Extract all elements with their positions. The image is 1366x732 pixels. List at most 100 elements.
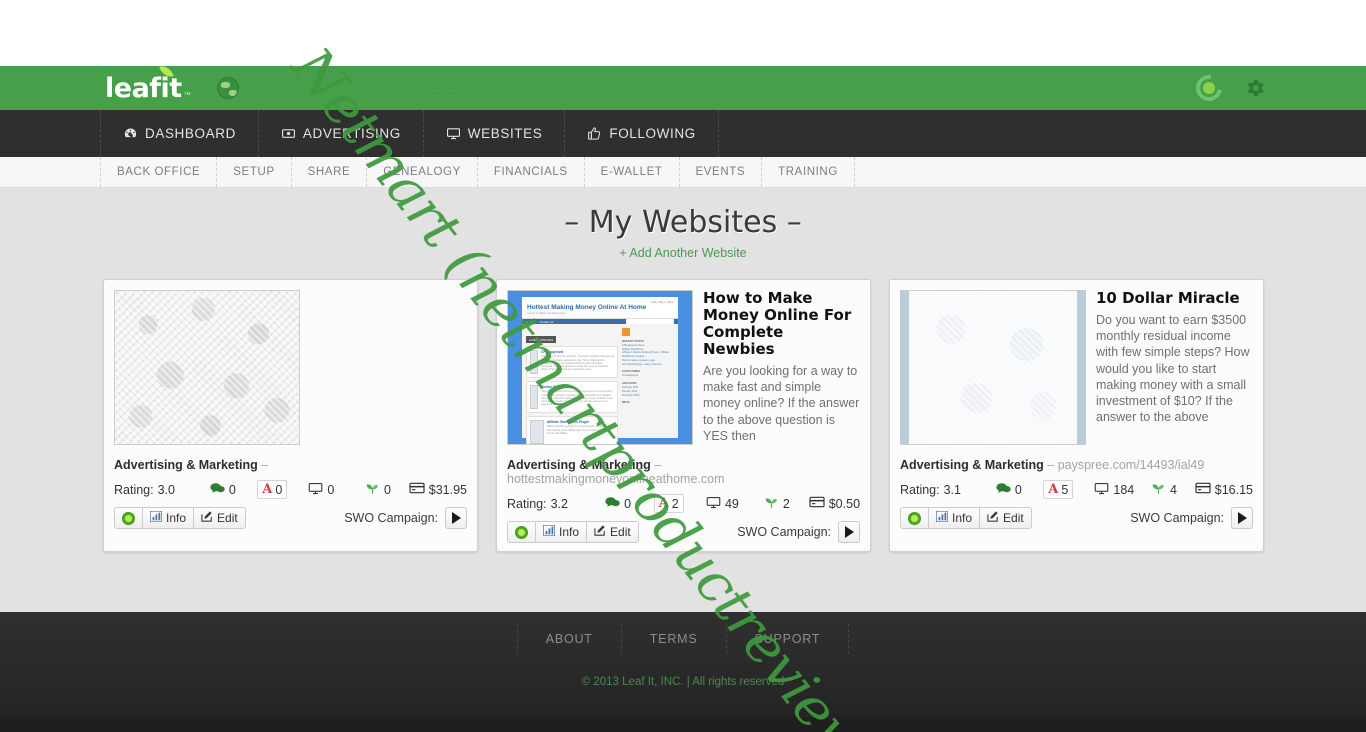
info-label: Info	[166, 511, 187, 525]
website-card[interactable]: Advertising & Marketing – Rating: 3.0 0	[103, 279, 478, 552]
globe-icon[interactable]	[216, 77, 239, 99]
stat-alexa: A 2	[653, 494, 706, 513]
swo-campaign-label: SWO Campaign:	[344, 511, 438, 525]
subnav-item-e-wallet[interactable]: E-WALLET	[585, 157, 680, 187]
site-preview-post: Affiliate WordPress Plugin Affiliate Wor…	[526, 416, 618, 444]
card-meta: Advertising & Marketing –	[114, 458, 467, 472]
subnav-item-setup[interactable]: SETUP	[217, 157, 292, 187]
swo-campaign: SWO Campaign:	[737, 521, 860, 543]
alexa-value: 2	[671, 496, 679, 511]
website-thumbnail[interactable]	[114, 290, 300, 445]
card-category: Advertising & Marketing	[114, 458, 258, 472]
comments-value: 0	[228, 482, 236, 497]
card-url[interactable]: hottestmakingmoneyonlineathome.com	[507, 472, 724, 486]
subnav-item-genealogy[interactable]: GENEALOGY	[367, 157, 478, 187]
info-button[interactable]: Info	[928, 507, 981, 529]
info-label: Info	[952, 511, 973, 525]
edit-label: Edit	[1003, 511, 1024, 525]
subnav-item-events[interactable]: EVENTS	[680, 157, 763, 187]
logo-trademark: ™	[183, 91, 191, 99]
footer-link-terms[interactable]: TERMS	[622, 624, 727, 654]
swo-play-button[interactable]	[838, 521, 860, 543]
monitor-views-icon	[1094, 482, 1109, 498]
leafit-logo[interactable]: leaf it ™	[105, 63, 191, 102]
pencil-square-icon	[987, 511, 999, 525]
nav-label-following: FOLLOWING	[609, 126, 696, 141]
add-another-website-link[interactable]: + Add Another Website	[0, 246, 1366, 260]
stat-rating: Rating: 3.2	[507, 497, 605, 511]
info-button[interactable]: Info	[535, 521, 588, 543]
stat-alexa: A 0	[257, 480, 308, 499]
pencil-square-icon	[594, 525, 606, 539]
footer-link-about[interactable]: ABOUT	[516, 624, 622, 654]
nav-item-dashboard[interactable]: DASHBOARD	[100, 110, 259, 157]
site-preview-recent-post: Affiliate is Simple Ranking Plugin - Aff…	[622, 351, 669, 359]
card-meta: Advertising & Marketing – hottestmakingm…	[507, 458, 860, 486]
swo-play-button[interactable]	[1231, 507, 1253, 529]
page-root: leaf it ™ ·········· DASHBOARD ADVERTISI…	[0, 0, 1366, 732]
site-preview-post-title: Affiliate WordPress Plugin	[546, 420, 590, 425]
swo-campaign: SWO Campaign:	[1130, 507, 1253, 529]
website-card[interactable]: Today, May 2, 2013 Hottest Making Money …	[496, 279, 871, 552]
card-text: How to Make Money Online For Complete Ne…	[703, 290, 860, 450]
bar-chart-icon	[149, 510, 163, 525]
info-button[interactable]: Info	[142, 507, 195, 529]
brand-dots: ··········	[414, 85, 471, 97]
swo-campaign-label: SWO Campaign:	[1130, 511, 1224, 525]
nav-item-websites[interactable]: WEBSITES	[424, 110, 566, 157]
site-preview-post-thumb	[530, 420, 544, 444]
alexa-rank-icon: A 0	[257, 480, 288, 499]
sprout-leads-icon	[1151, 481, 1166, 498]
card-url[interactable]: payspree.com/14493/ial49	[1058, 458, 1205, 472]
monitor-views-icon	[308, 482, 323, 498]
stat-views: 49	[706, 496, 764, 512]
gear-icon[interactable]	[1244, 77, 1266, 99]
nav-item-following[interactable]: FOLLOWING	[565, 110, 719, 157]
card-button-group: Info Edit	[900, 507, 1032, 529]
site-preview-post-excerpt: Click image to view the full article. Th…	[540, 355, 614, 372]
card-description: Are you looking for a way to make fast a…	[703, 363, 860, 443]
site-preview-post: CPA Approval Click image to view the ful…	[526, 346, 618, 379]
comment-bubble-icon	[605, 496, 620, 512]
os-desktop-strip	[0, 717, 1366, 732]
alexa-rank-icon: A 2	[653, 494, 684, 513]
subnav-item-financials[interactable]: FINANCIALS	[478, 157, 585, 187]
website-thumbnail[interactable]	[900, 290, 1086, 445]
swo-play-button[interactable]	[445, 507, 467, 529]
rating-label: Rating:	[900, 482, 940, 497]
alexa-rank-icon: A 5	[1043, 480, 1074, 499]
site-preview-tagline: Honest & Affiliate Marketing blogs	[527, 312, 566, 316]
stat-comments: 0	[210, 482, 257, 498]
card-top: Today, May 2, 2013 Hottest Making Money …	[507, 290, 860, 450]
footer-link-support[interactable]: SUPPORT	[727, 624, 850, 654]
edit-button[interactable]: Edit	[193, 507, 246, 529]
status-toggle-button[interactable]	[900, 507, 929, 529]
alexa-value: 0	[275, 482, 283, 497]
nav-label-advertising: ADVERTISING	[302, 126, 401, 141]
brand-bar-actions	[1190, 69, 1266, 107]
edit-button[interactable]: Edit	[586, 521, 639, 543]
card-stats: Rating: 3.0 0 A 0 0 0 $31.95	[114, 480, 467, 499]
subnav-item-back-office[interactable]: BACK OFFICE	[100, 157, 218, 187]
play-triangle-icon	[451, 512, 461, 524]
refresh-leaf-icon[interactable]	[1190, 69, 1228, 107]
stat-rating: Rating: 3.1	[900, 483, 996, 497]
status-toggle-button[interactable]	[114, 507, 143, 529]
nav-item-advertising[interactable]: ADVERTISING	[259, 110, 424, 157]
rating-value: 3.1	[943, 482, 961, 497]
stat-comments: 0	[605, 496, 654, 512]
nav-label-websites: WEBSITES	[467, 126, 543, 141]
status-toggle-button[interactable]	[507, 521, 536, 543]
site-preview-rss-icon	[622, 327, 630, 336]
monitor-views-icon	[706, 496, 721, 512]
subnav-item-training[interactable]: TRAINING	[762, 157, 855, 187]
comment-bubble-icon	[996, 482, 1011, 498]
edit-button[interactable]: Edit	[979, 507, 1032, 529]
website-card[interactable]: 10 Dollar Miracle Do you want to earn $3…	[889, 279, 1264, 552]
card-title: 10 Dollar Miracle	[1096, 290, 1240, 307]
card-category: Advertising & Marketing	[900, 458, 1044, 472]
sprout-leads-icon	[365, 481, 380, 498]
card-actions: Info Edit SWO Campaign:	[114, 507, 467, 529]
subnav-item-share[interactable]: SHARE	[292, 157, 368, 187]
website-thumbnail[interactable]: Today, May 2, 2013 Hottest Making Money …	[507, 290, 693, 445]
